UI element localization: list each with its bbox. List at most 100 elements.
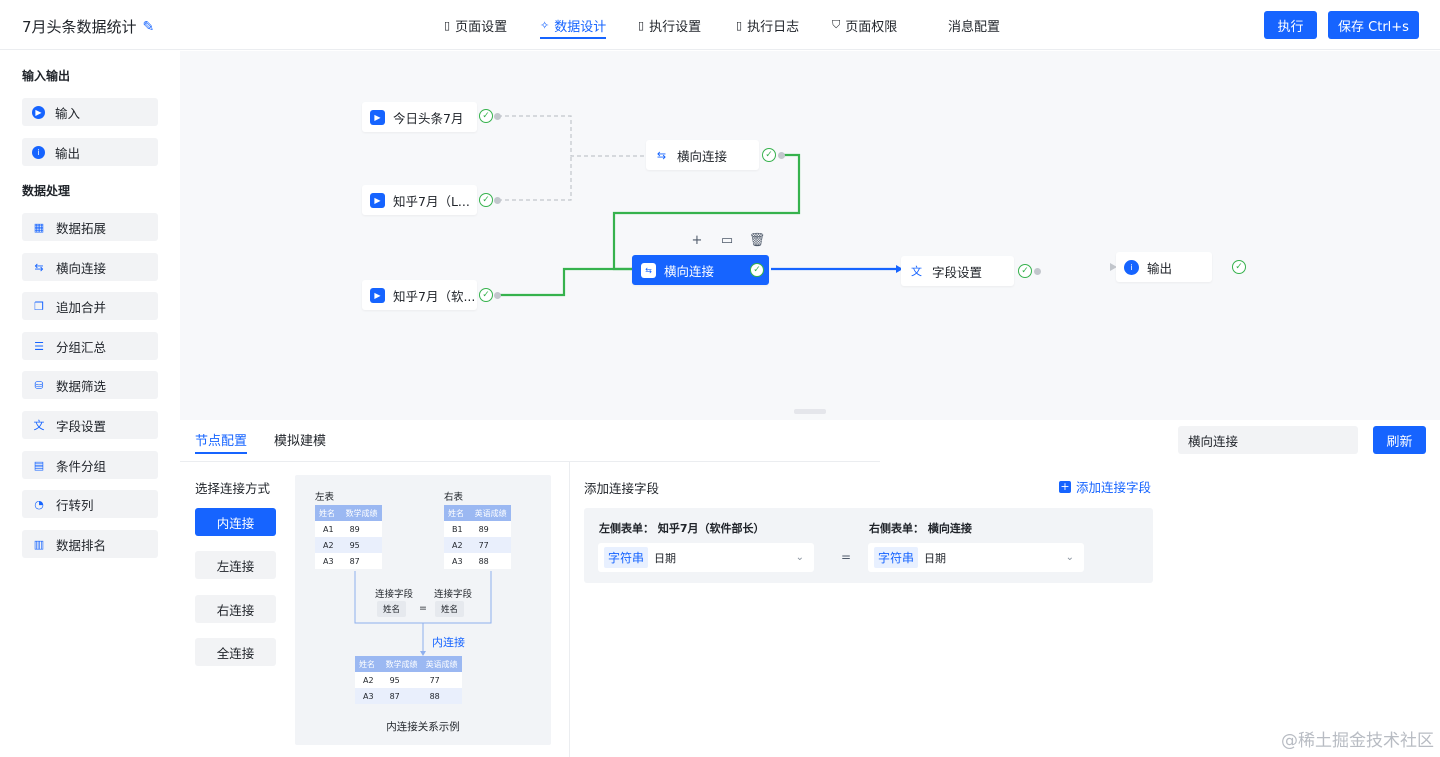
left-field-chip: 姓名 [377, 601, 407, 617]
flow-canvas[interactable]: ▶ 今日头条7月 ✓ ▶ 知乎7月（L... ✓ ▶ 知乎7月（软... ✓ ⇆… [180, 51, 1440, 420]
sidebar-item-label: 条件分组 [56, 458, 107, 474]
inner-join-button[interactable]: 内连接 [195, 508, 276, 536]
output-port[interactable] [494, 197, 501, 204]
tab-label: 执行设置 [649, 19, 702, 35]
sidebar-item-output[interactable]: i 输出 [22, 138, 158, 166]
node-output[interactable]: i 输出 [1116, 252, 1212, 282]
right-join-button[interactable]: 右连接 [195, 595, 276, 623]
config-panel: 节点配置 模拟建模 刷新 选择连接方式 内连接 左连接 右连接 全连接 左表 右… [180, 420, 1440, 757]
join-icon: ⇆ [641, 262, 656, 278]
join-icon: ⇆ [34, 260, 44, 274]
cell: 88 [421, 688, 462, 704]
bookmark-icon: ▯ [638, 18, 645, 32]
field-type-tag: 字符串 [604, 547, 649, 568]
tab-page-settings[interactable]: ▯ 页面设置 [444, 0, 507, 50]
condition-group-icon: ▤ [33, 458, 45, 472]
header-cell: 英语成绩 [421, 656, 462, 672]
cell: 95 [381, 672, 422, 688]
tab-execute-settings[interactable]: ▯ 执行设置 [638, 0, 701, 50]
node-input-zhihu-l[interactable]: ▶ 知乎7月（L... [362, 185, 477, 215]
left-field-select[interactable]: 字符串 日期 ⌄ [598, 543, 814, 572]
node-join-2-selected[interactable]: ⇆ 横向连接 [632, 255, 769, 285]
cell: A2 [355, 672, 382, 688]
tab-label: 数据设计 [554, 19, 607, 35]
tab-message-config[interactable]: 消息配置 [948, 0, 1000, 50]
inner-join-label: 内连接 [432, 636, 465, 649]
bookmark-icon: ▯ [736, 18, 743, 32]
execute-button[interactable]: 执行 [1264, 11, 1317, 39]
output-port[interactable] [494, 292, 501, 299]
translate-icon: 文 [33, 419, 45, 432]
tab-label: 页面权限 [845, 19, 898, 35]
panel-resize-handle[interactable] [794, 409, 826, 414]
node-input-zhihu-soft[interactable]: ▶ 知乎7月（软... [362, 280, 477, 310]
field-type-tag: 字符串 [874, 547, 919, 568]
panel-divider [569, 462, 570, 757]
result-table: 姓名 数学成绩 英语成绩 A2 95 77 A3 87 88 [355, 656, 462, 704]
grid-expand-icon: ▦ [33, 220, 45, 234]
sidebar-item-append-merge[interactable]: ❐ 追加合并 [22, 292, 158, 320]
edge-toutiao-to-join1 [498, 115, 648, 157]
header-cell: 数学成绩 [381, 656, 422, 672]
node-label: 横向连接 [664, 263, 715, 279]
tab-data-design[interactable]: ✧ 数据设计 [540, 0, 607, 50]
left-join-button[interactable]: 左连接 [195, 551, 276, 579]
sidebar-item-data-filter[interactable]: ⛁ 数据筛选 [22, 371, 158, 399]
sidebar-item-row-to-column[interactable]: ◔ 行转列 [22, 490, 158, 518]
play-icon: ▶ [370, 287, 385, 303]
node-join-1[interactable]: ⇆ 横向连接 [646, 140, 759, 170]
right-field-select[interactable]: 字符串 日期 ⌄ [868, 543, 1084, 572]
sidebar-item-data-rank[interactable]: ▥ 数据排名 [22, 530, 158, 558]
sidebar-item-group-summary[interactable]: ☰ 分组汇总 [22, 332, 158, 360]
tab-divider [180, 461, 880, 462]
play-icon: ▶ [370, 109, 385, 125]
node-input-toutiao[interactable]: ▶ 今日头条7月 [362, 102, 477, 132]
tab-node-config[interactable]: 节点配置 [195, 430, 248, 454]
tab-simulation[interactable]: 模拟建模 [274, 430, 326, 449]
group-summary-icon: ☰ [34, 339, 44, 353]
header-cell: 姓名 [355, 656, 382, 672]
edge-zhihu-soft-to-join2 [498, 267, 632, 297]
shield-icon: ⛉ [832, 18, 841, 31]
success-check-icon: ✓ [479, 109, 493, 123]
tab-execute-log[interactable]: ▯ 执行日志 [736, 0, 799, 50]
sidebar-item-horizontal-join[interactable]: ⇆ 横向连接 [22, 253, 158, 281]
success-check-icon: ✓ [1018, 264, 1032, 278]
sidebar-item-label: 横向连接 [56, 260, 107, 276]
join-fields-title: 添加连接字段 [584, 481, 660, 496]
node-label: 知乎7月（软... [393, 288, 476, 304]
page-title: 7月头条数据统计 ✎ [22, 16, 154, 37]
output-port[interactable] [1034, 268, 1041, 275]
add-join-field-button[interactable]: + 添加连接字段 [1059, 477, 1151, 496]
output-port[interactable] [778, 152, 785, 159]
tab-page-permissions[interactable]: ⛉ 页面权限 [832, 0, 897, 50]
page-title-text: 7月头条数据统计 [22, 18, 137, 36]
field-name: 日期 [924, 551, 947, 565]
chevron-down-icon: ⌄ [795, 552, 804, 563]
sidebar-item-field-settings[interactable]: 文 字段设置 [22, 411, 158, 439]
comment-icon[interactable]: ▭ [719, 232, 735, 248]
sidebar-item-input[interactable]: ▶ 输入 [22, 98, 158, 126]
edit-icon[interactable]: ✎ [143, 19, 155, 35]
edge-zhihu-l-to-join1 [498, 156, 572, 201]
group-title-processing: 数据处理 [22, 184, 71, 198]
tab-label: 执行日志 [747, 19, 800, 35]
refresh-button[interactable]: 刷新 [1373, 426, 1426, 454]
right-form-label: 右侧表单： 横向连接 [869, 522, 972, 535]
node-field-settings[interactable]: 文 字段设置 [901, 256, 1014, 286]
node-name-input[interactable] [1178, 426, 1358, 454]
output-port[interactable] [494, 113, 501, 120]
save-button[interactable]: 保存 Ctrl+s [1328, 11, 1419, 39]
node-label: 输出 [1147, 260, 1173, 276]
sidebar-item-condition-group[interactable]: ▤ 条件分组 [22, 451, 158, 479]
tab-label: 页面设置 [455, 19, 508, 35]
trash-icon[interactable]: 🗑 [749, 232, 766, 248]
data-design-icon: ✧ [540, 18, 550, 32]
node-label: 字段设置 [932, 264, 983, 280]
sidebar-item-data-expand[interactable]: ▦ 数据拓展 [22, 213, 158, 241]
sidebar-item-label: 输入 [55, 105, 81, 121]
cell: 87 [381, 688, 422, 704]
full-join-button[interactable]: 全连接 [195, 638, 276, 666]
node-label: 知乎7月（L... [393, 193, 470, 209]
add-node-icon[interactable]: + [689, 232, 705, 248]
